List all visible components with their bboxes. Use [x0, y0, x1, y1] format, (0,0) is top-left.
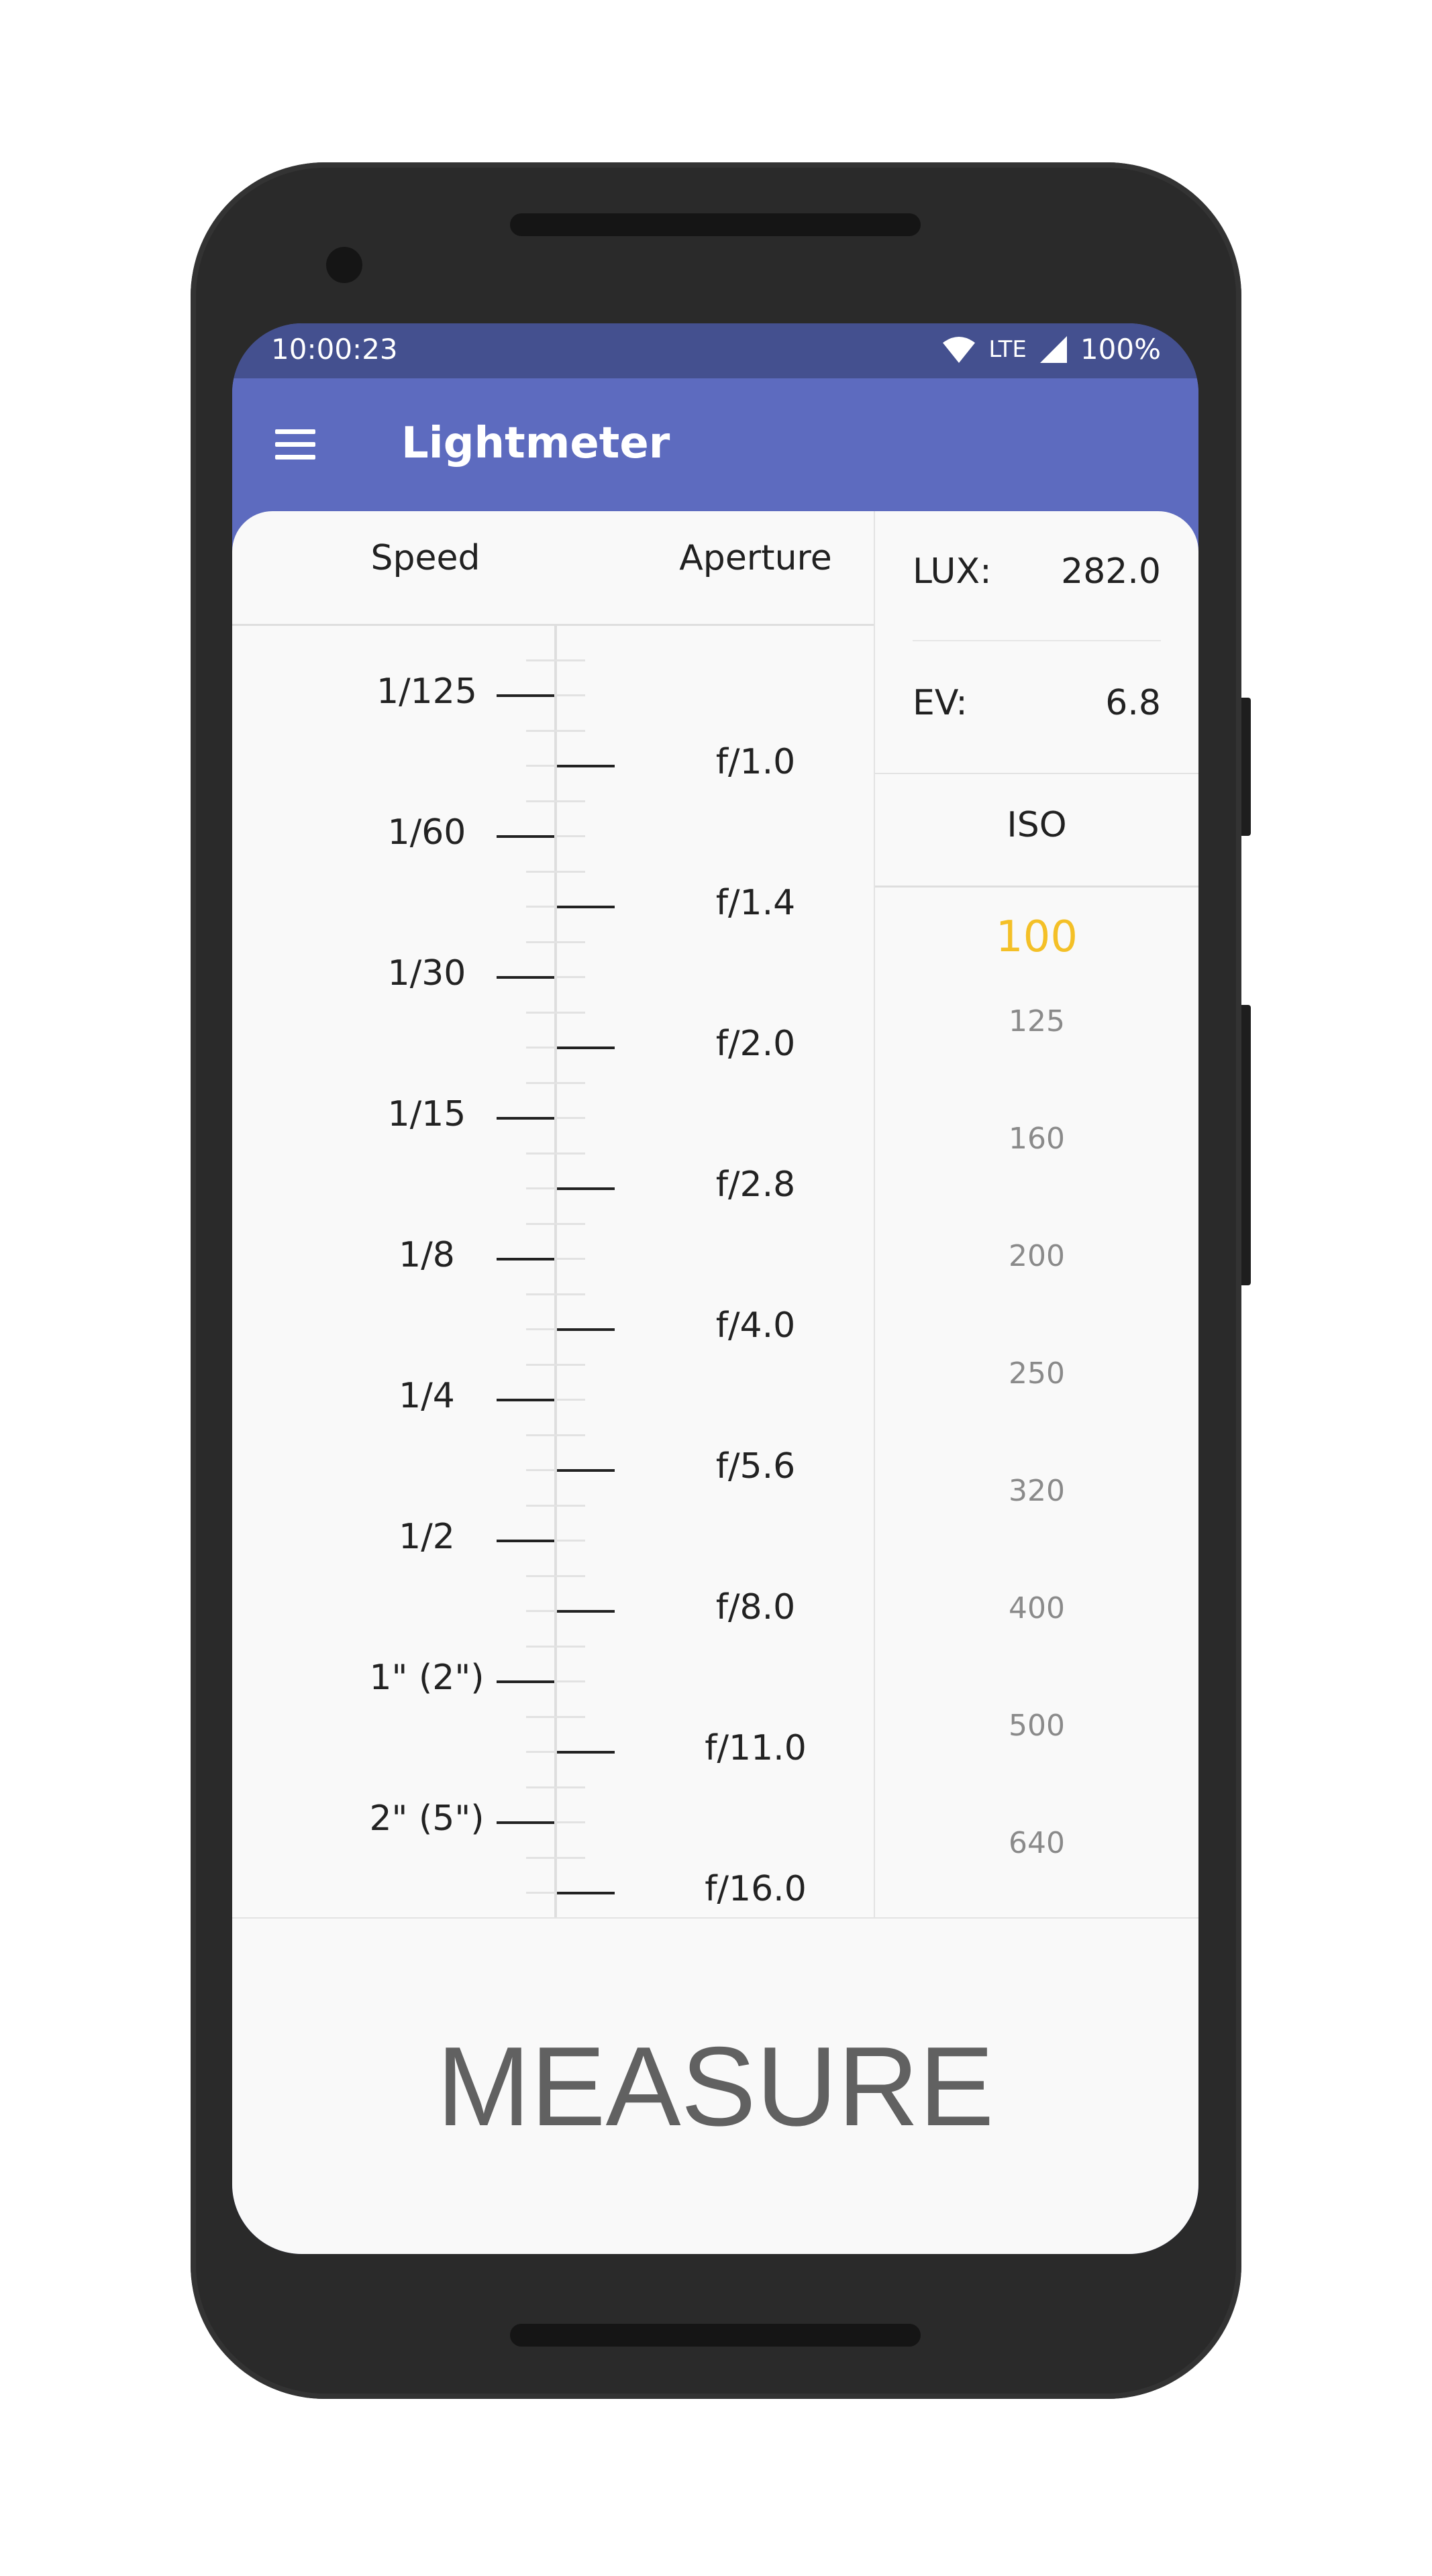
iso-header: ISO: [875, 773, 1198, 888]
readings-divider: [913, 640, 1161, 641]
aperture-tick: [557, 1046, 615, 1049]
speed-label: 1" (2"): [369, 1658, 484, 1698]
lux-value: 282.0: [1061, 551, 1161, 592]
lux-label: LUX:: [913, 551, 992, 592]
status-icons: LTE 100%: [941, 333, 1161, 366]
exposure-scale[interactable]: 1/125 1/60 1/30 1/15 1/8 1/4 1/2 1" (2") 2" (5")…: [232, 626, 874, 1917]
minor-tick: [526, 1082, 585, 1084]
aperture-label: f/16.0: [705, 1869, 807, 1909]
minor-tick: [526, 730, 585, 732]
iso-option[interactable]: 200: [875, 1239, 1198, 1273]
front-camera: [326, 247, 362, 283]
iso-selected-value[interactable]: 100: [875, 912, 1198, 962]
speed-label: 1/60: [387, 812, 466, 853]
minor-tick: [526, 1434, 585, 1436]
ev-value: 6.8: [1105, 683, 1161, 723]
readings-panel: LUX: 282.0 EV: 6.8 ISO 100 125 160 200 250 32…: [875, 511, 1198, 1917]
minor-tick: [526, 1364, 585, 1366]
minor-tick: [526, 1857, 585, 1859]
network-type: LTE: [988, 335, 1027, 363]
minor-tick: [526, 871, 585, 873]
wifi-icon: [943, 336, 976, 363]
aperture-label: f/2.0: [715, 1024, 796, 1064]
top-speaker: [510, 213, 921, 236]
iso-option[interactable]: 160: [875, 1122, 1198, 1156]
aperture-tick: [557, 1469, 615, 1472]
iso-option[interactable]: 125: [875, 1004, 1198, 1038]
speed-label: 1/2: [399, 1517, 455, 1557]
app-bar: Lightmeter: [232, 378, 1198, 511]
minor-tick: [526, 1786, 585, 1788]
scale-center-line: [554, 626, 557, 1917]
iso-picker[interactable]: 100 125 160 200 250 320 400 500 640: [875, 887, 1198, 1917]
speed-label: 1/4: [399, 1376, 455, 1416]
status-bar: 10:00:23 LTE 100%: [232, 323, 1198, 378]
ev-label: EV:: [913, 683, 968, 723]
signal-icon: [1039, 335, 1067, 363]
aperture-tick: [557, 1892, 615, 1894]
bottom-speaker: [510, 2324, 921, 2347]
minor-tick: [526, 1646, 585, 1648]
minor-tick: [526, 941, 585, 943]
power-button: [1241, 698, 1251, 836]
aperture-label: f/2.8: [715, 1165, 796, 1205]
iso-option[interactable]: 320: [875, 1474, 1198, 1508]
aperture-tick: [557, 1187, 615, 1190]
minor-tick: [526, 1716, 585, 1718]
iso-option[interactable]: 500: [875, 1709, 1198, 1743]
speed-label: 2" (5"): [369, 1799, 484, 1839]
measure-button[interactable]: MEASURE: [232, 1919, 1198, 2254]
aperture-tick: [557, 1328, 615, 1331]
screen: 10:00:23 LTE 100% Lightmeter Speed Apert…: [232, 323, 1198, 2254]
aperture-label: f/11.0: [705, 1728, 807, 1768]
aperture-label: f/5.6: [715, 1446, 796, 1487]
menu-icon[interactable]: [268, 421, 322, 468]
aperture-label: f/1.0: [715, 742, 796, 782]
minor-tick: [526, 1223, 585, 1225]
ev-row: EV: 6.8: [913, 683, 1161, 737]
aperture-label: f/4.0: [715, 1305, 796, 1346]
aperture-label: f/1.4: [715, 883, 796, 923]
minor-tick: [526, 659, 585, 661]
speed-label: 1/15: [387, 1094, 466, 1134]
aperture-tick: [557, 1610, 615, 1613]
iso-option[interactable]: 250: [875, 1356, 1198, 1391]
aperture-tick: [557, 906, 615, 908]
iso-title: ISO: [1007, 805, 1067, 845]
minor-tick: [526, 1152, 585, 1155]
speed-label: 1/30: [387, 953, 466, 994]
aperture-label: f/8.0: [715, 1587, 796, 1627]
battery-level: 100%: [1080, 333, 1161, 366]
minor-tick: [526, 1575, 585, 1577]
minor-tick: [526, 1505, 585, 1507]
lux-row: LUX: 282.0: [913, 551, 1161, 605]
iso-option[interactable]: 400: [875, 1591, 1198, 1625]
speed-column-header: Speed: [370, 538, 480, 578]
iso-option[interactable]: 640: [875, 1826, 1198, 1860]
aperture-tick: [557, 765, 615, 767]
app-title: Lightmeter: [401, 419, 670, 468]
aperture-tick: [557, 1751, 615, 1754]
main-content: Speed Aperture 1/125 1/60 1/30 1/15 1/8 1/4 1/…: [232, 511, 1198, 2254]
speed-label: 1/125: [376, 672, 477, 712]
minor-tick: [526, 1293, 585, 1295]
exposure-scale-panel: Speed Aperture 1/125 1/60 1/30 1/15 1/8 1/4 1/…: [232, 511, 875, 1917]
minor-tick: [526, 1012, 585, 1014]
speed-label: 1/8: [399, 1235, 455, 1275]
minor-tick: [526, 800, 585, 802]
status-time: 10:00:23: [271, 333, 398, 366]
aperture-column-header: Aperture: [679, 538, 832, 578]
volume-button: [1241, 1005, 1251, 1285]
